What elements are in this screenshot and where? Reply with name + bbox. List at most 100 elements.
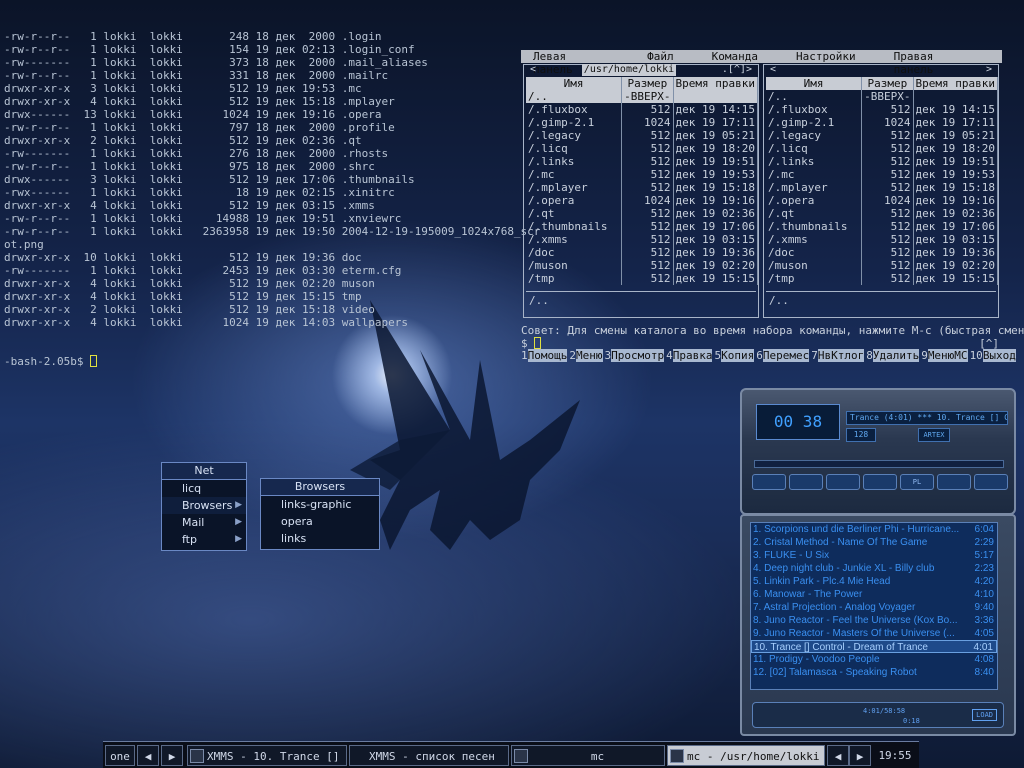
fkey-1[interactable]: 1 Помощь xyxy=(521,349,568,362)
file-row[interactable]: /muson 512 дек 19 02:20 xyxy=(766,259,999,272)
file-row[interactable]: /.xmms 512 дек 19 03:15 xyxy=(766,233,999,246)
xmms-time-display[interactable]: 00 38 xyxy=(756,404,840,440)
workspace-prev-button[interactable]: ◀ xyxy=(137,745,159,766)
fkey-3[interactable]: 3 Просмотр xyxy=(605,349,665,362)
xmms-eject-button[interactable] xyxy=(974,474,1008,490)
mc-left-path-arrow[interactable]: < xyxy=(530,64,536,76)
mc-menu-command[interactable]: Команда xyxy=(712,50,758,63)
mc-menu-right-panel[interactable]: Правая панель xyxy=(894,50,976,76)
file-row[interactable]: /.mplayer 512 дек 19 15:18 xyxy=(526,181,759,194)
fkey-6[interactable]: 6 Перемес xyxy=(756,349,810,362)
playlist-item[interactable]: 11. Prodigy - Voodoo People 4:08 xyxy=(751,653,997,666)
file-row[interactable]: /.legacy 512 дек 19 05:21 xyxy=(766,129,999,142)
browsers-menu-item-links-graphic[interactable]: links-graphic xyxy=(261,496,379,513)
file-row[interactable]: /.fluxbox 512 дек 19 14:15 xyxy=(766,103,999,116)
xmms-stop-button[interactable] xyxy=(863,474,897,490)
fkey-2[interactable]: 2 Меню xyxy=(569,349,603,362)
file-row[interactable]: /.qt 512 дек 19 02:36 xyxy=(766,207,999,220)
playlist-item[interactable]: 2. Cristal Method - Name Of The Game 2:29 xyxy=(751,536,997,549)
fkey-7[interactable]: 7 НвКтлог xyxy=(811,349,865,362)
xmms-playlist[interactable]: 1. Scorpions und die Berliner Phi - Hurr… xyxy=(750,522,998,690)
playlist-item[interactable]: 6. Manowar - The Power 4:10 xyxy=(751,588,997,601)
column-header-size[interactable]: Размер xyxy=(861,77,914,90)
fkey-number: 7 xyxy=(811,349,818,362)
mc-right-panel[interactable]: < > Имя Размер Время правки /.. -ВВЕРХ-/.… xyxy=(763,64,999,318)
file-row[interactable]: /.mc 512 дек 19 19:53 xyxy=(766,168,999,181)
mc-right-path-arrow[interactable]: < xyxy=(770,64,776,76)
playlist-item[interactable]: 12. [02] Talamasca - Speaking Robot 8:40 xyxy=(751,666,997,679)
fkey-8[interactable]: 8 Удалить xyxy=(866,349,920,362)
workspace-next-button[interactable]: ▶ xyxy=(161,745,183,766)
xmms-load-button[interactable]: LOAD xyxy=(972,709,997,721)
file-row[interactable]: /.mc 512 дек 19 19:53 xyxy=(526,168,759,181)
column-header-name[interactable]: Имя xyxy=(526,77,623,90)
file-row[interactable]: /.mplayer 512 дек 19 15:18 xyxy=(766,181,999,194)
file-row[interactable]: /.links 512 дек 19 19:51 xyxy=(526,155,759,168)
file-row[interactable]: /.fluxbox 512 дек 19 14:15 xyxy=(526,103,759,116)
xmms-next-button[interactable] xyxy=(937,474,971,490)
net-menu-item-browsers[interactable]: Browsers ▶ xyxy=(162,497,246,514)
file-row[interactable]: /doc 512 дек 19 19:36 xyxy=(766,246,999,259)
task-xmms-playlist[interactable]: XMMS - список песен xyxy=(349,745,509,766)
playlist-item[interactable]: 4. Deep night club - Junkie XL - Billy c… xyxy=(751,562,997,575)
mc-right-path-history[interactable]: > xyxy=(986,64,992,76)
xmms-playlist-toggle[interactable]: PL xyxy=(900,474,934,490)
mc-menu-left-panel[interactable]: Левая панель xyxy=(533,50,609,76)
file-row[interactable]: /tmp 512 дек 19 15:15 xyxy=(526,272,759,285)
window-prev-button[interactable]: ◀ xyxy=(827,745,849,766)
xmms-seek-bar[interactable] xyxy=(754,460,1004,468)
net-menu-item-mail[interactable]: Mail ▶ xyxy=(162,514,246,531)
file-row[interactable]: /.links 512 дек 19 19:51 xyxy=(766,155,999,168)
mc-left-path-history[interactable]: .[^]> xyxy=(722,64,752,76)
fkey-4[interactable]: 4 Правка xyxy=(666,349,713,362)
file-row[interactable]: /.licq 512 дек 19 18:20 xyxy=(526,142,759,155)
browsers-menu-item-links[interactable]: links xyxy=(261,530,379,547)
playlist-item[interactable]: 8. Juno Reactor - Feel the Universe (Kox… xyxy=(751,614,997,627)
file-row[interactable]: /.xmms 512 дек 19 03:15 xyxy=(526,233,759,246)
file-row[interactable]: /tmp 512 дек 19 15:15 xyxy=(766,272,999,285)
fkey-9[interactable]: 9 МенюMC xyxy=(921,349,968,362)
column-header-mtime[interactable]: Время правки xyxy=(673,77,759,90)
file-row[interactable]: /.thumbnails 512 дек 19 17:06 xyxy=(766,220,999,233)
file-row[interactable]: /.qt 512 дек 19 02:36 xyxy=(526,207,759,220)
column-header-size[interactable]: Размер xyxy=(621,77,674,90)
task-mc[interactable]: mc xyxy=(511,745,665,766)
file-row[interactable]: /.gimp-2.1 1024 дек 19 17:11 xyxy=(766,116,999,129)
file-row[interactable]: /.opera 1024 дек 19 19:16 xyxy=(766,194,999,207)
file-row[interactable]: /.opera 1024 дек 19 19:16 xyxy=(526,194,759,207)
column-header-mtime[interactable]: Время правки xyxy=(913,77,999,90)
fkey-10[interactable]: 10 Выход xyxy=(970,349,1016,362)
playlist-item[interactable]: 3. FLUKE - U Six 5:17 xyxy=(751,549,997,562)
fkey-5[interactable]: 5 Копия xyxy=(714,349,755,362)
xmms-playlist-window[interactable]: 1. Scorpions und die Berliner Phi - Hurr… xyxy=(740,514,1016,736)
file-row[interactable]: /.licq 512 дек 19 18:20 xyxy=(766,142,999,155)
net-menu-item-ftp[interactable]: ftp ▶ xyxy=(162,531,246,548)
workspace-name[interactable]: one xyxy=(105,745,135,766)
file-row[interactable]: /muson 512 дек 19 02:20 xyxy=(526,259,759,272)
task-xmms-player[interactable]: XMMS - 10. Trance [] Co xyxy=(187,745,347,766)
file-row[interactable]: /.thumbnails 512 дек 19 17:06 xyxy=(526,220,759,233)
playlist-item[interactable]: 1. Scorpions und die Berliner Phi - Hurr… xyxy=(751,523,997,536)
window-next-button[interactable]: ▶ xyxy=(849,745,871,766)
mc-menu-file[interactable]: Файл xyxy=(647,50,674,63)
xmms-play-button[interactable] xyxy=(789,474,823,490)
xmms-pause-button[interactable] xyxy=(826,474,860,490)
net-menu-item-licq[interactable]: licq xyxy=(162,480,246,497)
file-row[interactable]: /doc 512 дек 19 19:36 xyxy=(526,246,759,259)
terminal-prompt[interactable]: -bash-2.05b$ xyxy=(4,355,504,368)
xmms-prev-button[interactable] xyxy=(752,474,786,490)
playlist-item[interactable]: 7. Astral Projection - Analog Voyager 9:4… xyxy=(751,601,997,614)
mc-menu-settings[interactable]: Настройки xyxy=(796,50,856,63)
file-row[interactable]: /.legacy 512 дек 19 05:21 xyxy=(526,129,759,142)
task-mc-lokki[interactable]: mc - /usr/home/lokki xyxy=(667,745,825,766)
playlist-item[interactable]: 10. Trance [] Control - Dream of Trance 4… xyxy=(751,640,997,653)
column-header-name[interactable]: Имя xyxy=(766,77,863,90)
playlist-item[interactable]: 5. Linkin Park - Plc.4 Mie Head 4:20 xyxy=(751,575,997,588)
browsers-menu-item-opera[interactable]: opera xyxy=(261,513,379,530)
mc-left-panel[interactable]: < /usr/home/lokki .[^]> Имя Размер Время… xyxy=(523,64,759,318)
playlist-item[interactable]: 9. Juno Reactor - Masters Of the Univers… xyxy=(751,627,997,640)
file-row-up[interactable]: /.. -ВВЕРХ- xyxy=(526,90,759,103)
file-row-up[interactable]: /.. -ВВЕРХ- xyxy=(766,90,999,103)
file-row[interactable]: /.gimp-2.1 1024 дек 19 17:11 xyxy=(526,116,759,129)
xmms-player[interactable]: 00 38 Trance (4:01) *** 10. Trance [] Co… xyxy=(740,388,1016,515)
